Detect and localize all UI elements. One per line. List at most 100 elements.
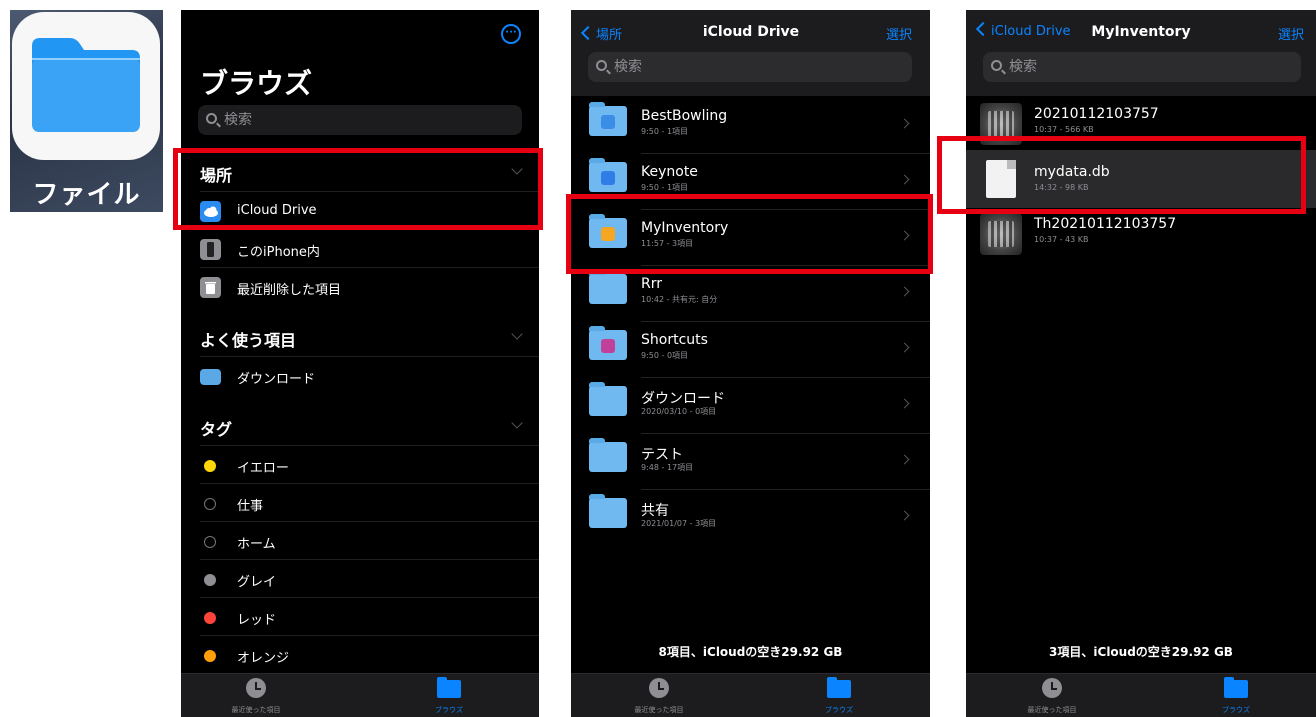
search-icon — [596, 60, 607, 71]
folder-meta: 2020/03/10 - 0項目 — [641, 407, 717, 416]
chevron-right-icon — [899, 398, 910, 409]
tag-item-red[interactable]: レッド — [200, 597, 539, 635]
myinventory-screen: iCloud Drive MyInventory 選択 検索 202101121… — [966, 10, 1316, 717]
tab-label: 最近使った項目 — [634, 706, 684, 714]
folder-icon — [827, 677, 851, 698]
sidebar-item-label: 最近削除した項目 — [237, 283, 342, 298]
tab-recents[interactable]: 最近使った項目 — [619, 678, 699, 715]
folder-meta: 9:48 - 17項目 — [641, 463, 694, 472]
section-header-favorites: よく使う項目 — [200, 331, 297, 350]
clock-icon — [1042, 678, 1062, 698]
file-name: 20210112103757 — [1034, 106, 1159, 122]
files-app-icon[interactable]: ファイル — [10, 10, 163, 212]
sidebar-item-downloads[interactable]: ダウンロード — [200, 356, 539, 394]
section-header-tags: タグ — [200, 420, 233, 439]
highlight-box-mydata — [937, 136, 1306, 214]
tab-recents[interactable]: 最近使った項目 — [216, 678, 296, 715]
folder-icon — [589, 438, 627, 472]
tab-bar: 最近使った項目 ブラウズ — [571, 673, 930, 717]
back-button[interactable]: iCloud Drive — [978, 24, 1071, 39]
chevron-right-icon — [899, 286, 910, 297]
folder-icon — [437, 677, 461, 698]
tag-item-orange[interactable]: オレンジ — [200, 635, 539, 673]
tag-item-yellow[interactable]: イエロー — [200, 445, 539, 483]
tab-label: ブラウズ — [1222, 706, 1250, 714]
list-item[interactable]: テスト 9:48 - 17項目 — [571, 434, 930, 490]
tag-color-dot — [204, 574, 216, 586]
icloud-drive-screen: 場所 iCloud Drive 選択 検索 BestBowling 9:50 -… — [571, 10, 930, 717]
folder-icon — [589, 102, 627, 136]
tab-browse[interactable]: ブラウズ — [799, 677, 879, 715]
chevron-right-icon — [899, 454, 910, 465]
tag-item-home[interactable]: ホーム — [200, 521, 539, 559]
tab-browse[interactable]: ブラウズ — [1196, 677, 1276, 715]
image-thumbnail — [980, 213, 1022, 255]
search-placeholder: 検索 — [224, 112, 252, 128]
search-placeholder: 検索 — [1009, 59, 1037, 75]
sidebar-item-this-iphone[interactable]: このiPhone内 — [200, 229, 539, 267]
file-meta: 10:37 - 566 KB — [1034, 125, 1094, 134]
folder-icon — [589, 326, 627, 360]
folder-meta: 9:50 - 1項目 — [641, 183, 689, 192]
app-icon-tile — [12, 12, 160, 160]
list-item[interactable]: Rrr 10:42 - 共有元: 自分 — [571, 266, 930, 322]
tab-label: 最近使った項目 — [231, 706, 281, 714]
tag-label: イエロー — [237, 461, 289, 476]
search-icon — [206, 113, 217, 124]
page-title: ブラウズ — [200, 67, 313, 100]
ellipsis-circle-icon[interactable]: ··· — [501, 24, 521, 44]
tag-label: 仕事 — [237, 499, 264, 514]
select-button[interactable]: 選択 — [886, 24, 912, 43]
nav-title: iCloud Drive — [702, 24, 800, 40]
tab-label: 最近使った項目 — [1027, 706, 1077, 714]
tag-label: ホーム — [237, 537, 276, 552]
tab-recents[interactable]: 最近使った項目 — [1012, 678, 1092, 715]
file-name: Th20210112103757 — [1034, 216, 1177, 232]
iphone-icon — [200, 239, 221, 260]
tag-color-dot — [204, 498, 216, 510]
tag-label: レッド — [237, 613, 277, 628]
sidebar-item-label: このiPhone内 — [237, 245, 320, 260]
search-input[interactable]: 検索 — [198, 105, 522, 135]
tag-item-gray[interactable]: グレイ — [200, 559, 539, 597]
folder-name: テスト — [641, 447, 683, 463]
folder-meta: 9:50 - 1項目 — [641, 127, 689, 136]
search-input[interactable]: 検索 — [588, 52, 912, 82]
folder-icon — [589, 494, 627, 528]
chevron-right-icon — [899, 510, 910, 521]
download-folder-icon — [589, 382, 627, 416]
back-button[interactable]: 場所 — [583, 24, 622, 43]
folder-name: Shortcuts — [641, 332, 708, 348]
sidebar-item-recently-deleted[interactable]: 最近削除した項目 — [200, 267, 539, 305]
list-item[interactable]: ダウンロード 2020/03/10 - 0項目 — [571, 378, 930, 434]
select-button[interactable]: 選択 — [1278, 24, 1304, 43]
list-item[interactable]: Shortcuts 9:50 - 0項目 — [571, 322, 930, 378]
download-folder-icon — [200, 369, 221, 385]
tag-color-dot — [204, 650, 216, 662]
tag-color-dot — [204, 536, 216, 548]
list-item[interactable]: BestBowling 9:50 - 1項目 — [571, 98, 930, 154]
tab-bar: 最近使った項目 ブラウズ — [181, 673, 539, 717]
chevron-down-icon[interactable] — [511, 417, 523, 429]
tag-label: オレンジ — [237, 651, 290, 666]
folder-name: Keynote — [641, 164, 698, 180]
chevron-down-icon[interactable] — [511, 328, 523, 340]
highlight-box-myinventory — [566, 194, 933, 274]
browse-screen: ··· ブラウズ 検索 場所 iCloud Drive このiPhone内 最近… — [181, 10, 539, 717]
tag-item-work[interactable]: 仕事 — [200, 483, 539, 521]
tab-label: ブラウズ — [825, 706, 853, 714]
search-input[interactable]: 検索 — [983, 52, 1301, 82]
folder-name: Rrr — [641, 276, 662, 292]
tag-color-dot — [204, 460, 216, 472]
folder-icon — [32, 38, 140, 132]
list-item[interactable]: 共有 2021/01/07 - 3項目 — [571, 490, 930, 546]
storage-footer: 8項目、iCloudの空き29.92 GB — [658, 645, 843, 659]
tab-bar: 最近使った項目 ブラウズ — [966, 673, 1316, 717]
list-item[interactable]: Th20210112103757 10:37 - 43 KB — [966, 208, 1316, 260]
folder-name: BestBowling — [641, 108, 728, 124]
sidebar-item-label: ダウンロード — [237, 372, 316, 387]
tab-browse[interactable]: ブラウズ — [409, 677, 489, 715]
shared-folder-icon — [589, 270, 627, 304]
search-placeholder: 検索 — [614, 59, 642, 75]
app-icon-label: ファイル — [32, 180, 141, 210]
